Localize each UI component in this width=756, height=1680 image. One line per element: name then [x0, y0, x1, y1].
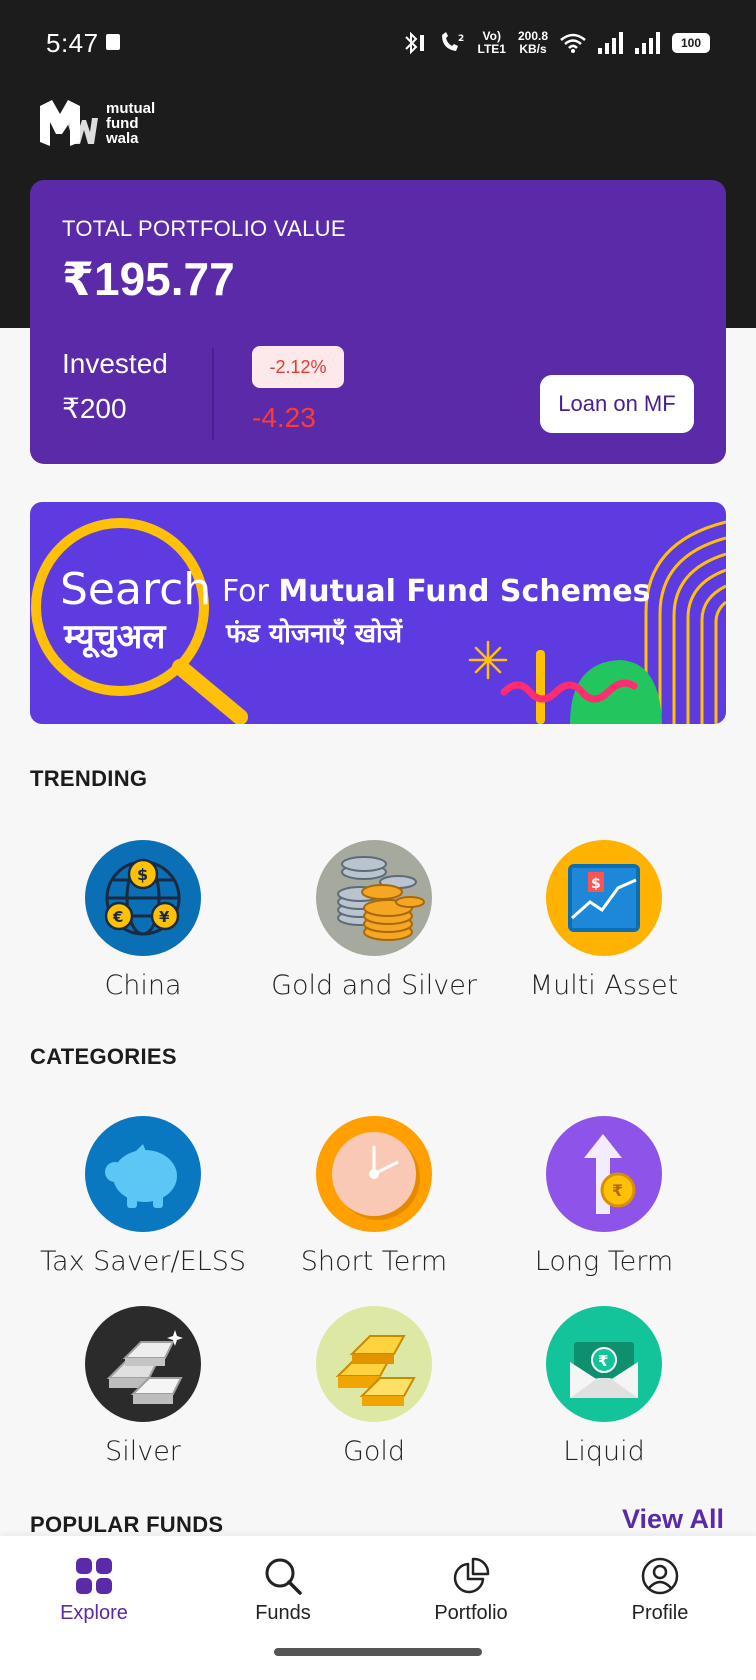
change-percent-badge: -2.12% [252, 346, 344, 388]
speed-unit: KB/s [519, 42, 547, 56]
nav-item-funds[interactable]: Funds [213, 1556, 353, 1625]
globe-currency-icon: $ € ¥ [85, 840, 201, 956]
category-label-tax-saver: Tax Saver/ELSS [40, 1246, 246, 1277]
category-label-gold: Gold [342, 1436, 406, 1467]
svg-text:$: $ [137, 865, 148, 884]
nav-label-explore: Explore [60, 1602, 128, 1624]
grid-icon [76, 1558, 112, 1594]
status-bar: 5:47 2 Vo) LTE1 200.8 KB/s 100 [0, 0, 756, 86]
arrow-up-coin-icon: ₹ [546, 1116, 662, 1232]
portfolio-label: TOTAL PORTFOLIO VALUE [62, 216, 346, 241]
wifi-icon [560, 33, 586, 53]
network-type: Vo) LTE1 [478, 30, 506, 56]
mfw-logo-icon [40, 100, 98, 146]
category-item-liquid[interactable]: ₹ Liquid [489, 1306, 719, 1467]
portfolio-value: ₹195.77 [62, 253, 235, 305]
portfolio-divider [212, 348, 214, 440]
category-item-long-term[interactable]: ₹ Long Term [489, 1116, 719, 1277]
category-item-gold[interactable]: Gold [259, 1306, 489, 1467]
nav-label-profile: Profile [631, 1602, 689, 1624]
user-icon [641, 1557, 679, 1595]
categories-title: CATEGORIES [30, 1044, 177, 1069]
category-label-short-term: Short Term [300, 1246, 448, 1277]
cash-envelope-icon: ₹ [546, 1306, 662, 1422]
nav-label-funds: Funds [255, 1602, 311, 1624]
view-all-link[interactable]: View All [622, 1504, 724, 1535]
popular-funds-title: POPULAR FUNDS [30, 1512, 224, 1537]
clock-icon [316, 1116, 432, 1232]
banner-headline-prefix: For [222, 574, 279, 609]
search-schemes-banner[interactable]: Search म्यूचुअल For Mutual Fund Schemes … [30, 502, 726, 724]
loan-on-mf-button[interactable]: Loan on MF [540, 375, 694, 433]
category-item-short-term[interactable]: Short Term [259, 1116, 489, 1277]
signal-icon-2 [635, 32, 660, 54]
banner-headline: For Mutual Fund Schemes [222, 574, 651, 609]
signal-icon-1 [598, 32, 623, 54]
network-speed: 200.8 KB/s [518, 30, 548, 56]
svg-text:€: € [112, 908, 123, 926]
logo-line-1: mutual [106, 99, 156, 117]
silver-bars-icon [85, 1306, 201, 1422]
trending-item-china[interactable]: $ € ¥ China [28, 840, 258, 1001]
change-value: -4.23 [252, 402, 316, 433]
banner-headline-bold: Mutual Fund Schemes [278, 574, 651, 609]
trending-item-multi-asset[interactable]: $ Multi Asset [489, 840, 719, 1001]
category-label-liquid: Liquid [563, 1436, 645, 1467]
invested-value: ₹200 [62, 393, 127, 424]
svg-text:2: 2 [458, 34, 464, 44]
battery-icon: 100 [672, 33, 710, 53]
pie-chart-icon [453, 1557, 490, 1594]
trending-label-china: China [104, 970, 182, 1001]
trending-title: TRENDING [30, 766, 148, 791]
call-icon: 2 [441, 32, 464, 51]
svg-text:$: $ [591, 876, 601, 892]
category-label-long-term: Long Term [534, 1246, 674, 1277]
status-icons: 2 Vo) LTE1 200.8 KB/s 100 [400, 26, 710, 60]
gold-bars-icon [316, 1306, 432, 1422]
piggy-bank-icon [85, 1116, 201, 1232]
bottom-navigation: Explore Funds Portfolio Profile [0, 1536, 756, 1680]
app-logo[interactable]: mutual fund wala [36, 94, 155, 152]
search-icon [265, 1558, 302, 1595]
nav-item-portfolio[interactable]: Portfolio [401, 1556, 541, 1625]
nav-label-portfolio: Portfolio [434, 1602, 508, 1624]
logo-wordmark: mutual fund wala [106, 101, 155, 146]
svg-text:¥: ¥ [159, 908, 170, 926]
category-item-tax-saver[interactable]: Tax Saver/ELSS [28, 1116, 258, 1277]
trending-label-gold-silver: Gold and Silver [271, 970, 477, 1001]
category-label-silver: Silver [105, 1436, 181, 1467]
network-label-bottom: LTE1 [477, 42, 506, 56]
trending-label-multi-asset: Multi Asset [529, 970, 679, 1001]
status-time: 5:47 [46, 28, 99, 58]
logo-line-3: wala [106, 129, 139, 147]
banner-hindi-line: फंड योजनाएँ खोजें [226, 619, 403, 649]
nav-item-explore[interactable]: Explore [24, 1556, 164, 1625]
nav-item-profile[interactable]: Profile [590, 1556, 730, 1625]
growth-chart-icon: $ [546, 840, 662, 956]
logo-line-2: fund [106, 114, 139, 132]
portfolio-card[interactable]: TOTAL PORTFOLIO VALUE ₹195.77 Invested ₹… [30, 180, 726, 464]
svg-text:₹: ₹ [612, 1181, 623, 1200]
bluetooth-icon [404, 31, 424, 55]
category-item-silver[interactable]: Silver [28, 1306, 258, 1467]
svg-text:₹: ₹ [598, 1352, 608, 1370]
lock-icon [106, 34, 120, 50]
banner-hindi-word: म्यूचुअल [64, 617, 166, 657]
trending-item-gold-silver[interactable]: Gold and Silver [259, 840, 489, 1001]
home-indicator[interactable] [274, 1648, 482, 1656]
coins-icon [316, 840, 432, 956]
banner-search-word: Search [60, 564, 212, 615]
invested-label: Invested [62, 348, 168, 379]
